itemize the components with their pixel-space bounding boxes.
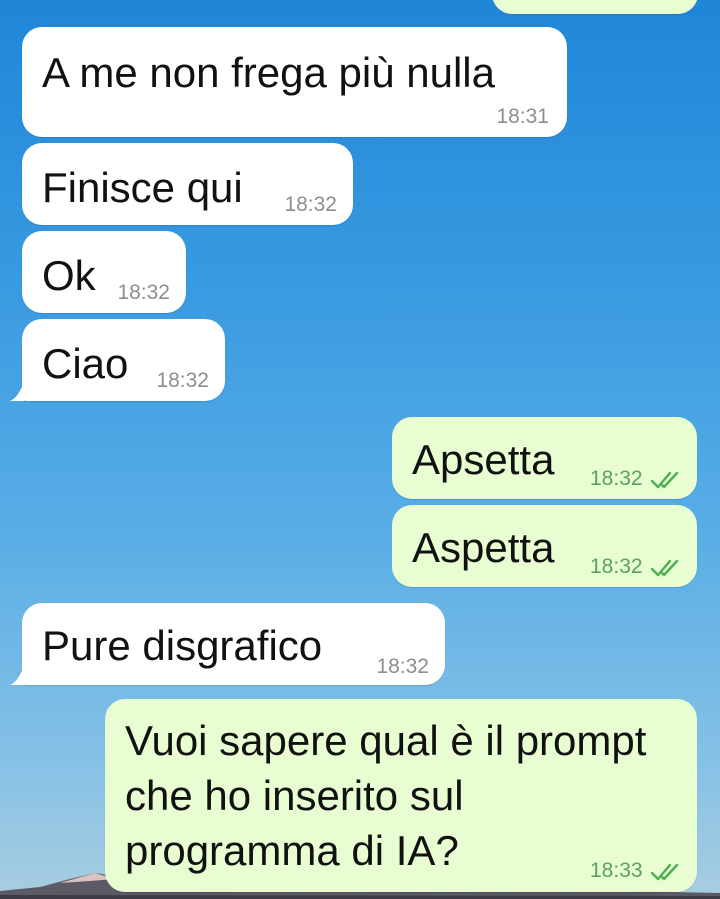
message-timestamp: 18:32 [590,467,643,490]
message-bubble-outgoing[interactable]: Vuoi sapere qual è il prompt che ho inse… [105,699,697,892]
message-timestamp: 18:32 [590,555,643,578]
message-text: Apsetta [412,436,555,483]
message-bubble-incoming[interactable]: Ok 18:32 [22,231,186,313]
message-timestamp: 18:31 [496,105,549,128]
double-check-icon [650,559,679,577]
double-check-icon [650,863,679,881]
message-text: Ciao [42,340,129,387]
message-bubble-outgoing[interactable]: Aspetta 18:32 [392,505,697,587]
message-timestamp: 18:32 [376,655,429,678]
double-check-icon [650,471,679,489]
message-text: Finisce qui [42,164,243,211]
message-bubble-incoming[interactable]: Ciao 18:32 [22,319,225,401]
message-bubble-partial[interactable] [492,0,698,14]
bubble-tail [10,382,24,401]
message-bubble-incoming[interactable]: A me non frega più nulla 18:31 [22,27,567,137]
bubble-tail [10,666,24,685]
message-bubble-incoming[interactable]: Pure disgrafico 18:32 [22,603,445,685]
message-timestamp: 18:32 [117,281,170,304]
message-timestamp: 18:32 [284,193,337,216]
message-bubble-incoming[interactable]: Finisce qui 18:32 [22,143,353,225]
message-bubble-outgoing[interactable]: Apsetta 18:32 [392,417,697,499]
message-text: Pure disgrafico [42,622,323,669]
message-text: A me non frega più nulla [42,49,495,96]
message-text: Ok [42,252,96,299]
message-timestamp: 18:32 [156,369,209,392]
message-timestamp: 18:33 [590,859,643,882]
message-text: Aspetta [412,524,555,571]
message-text: Vuoi sapere qual è il prompt che ho inse… [125,717,647,874]
